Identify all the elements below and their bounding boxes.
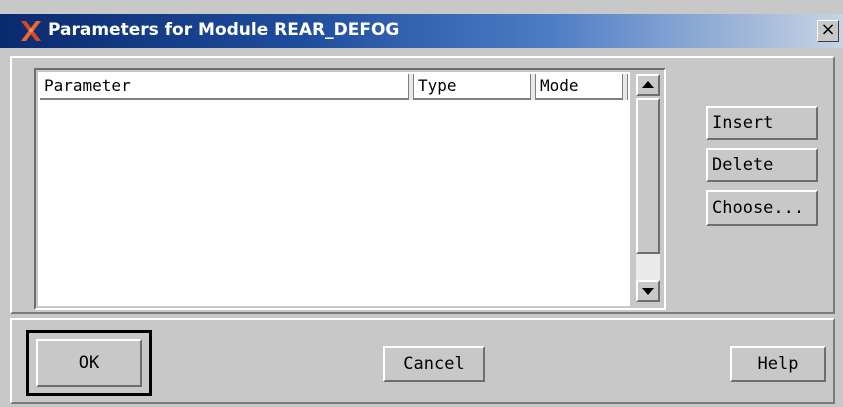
- column-header-mode[interactable]: Mode: [536, 74, 622, 100]
- ok-button[interactable]: OK: [36, 339, 142, 387]
- vertical-scrollbar[interactable]: [634, 72, 662, 306]
- scroll-thumb[interactable]: [636, 98, 660, 254]
- column-header-parameter[interactable]: Parameter: [40, 74, 408, 100]
- parameters-dialog: Parameters for Module REAR_DEFOG × Param…: [0, 0, 843, 407]
- parameters-list[interactable]: Parameter Type Mode: [34, 68, 666, 310]
- x-icon: [21, 21, 41, 41]
- insert-button[interactable]: Insert: [706, 106, 818, 140]
- scroll-down-button[interactable]: [636, 280, 660, 302]
- list-area[interactable]: Parameter Type Mode: [38, 72, 630, 306]
- delete-button[interactable]: Delete: [706, 148, 818, 182]
- close-button[interactable]: ×: [817, 20, 839, 42]
- scroll-up-button[interactable]: [636, 74, 660, 96]
- arrow-up-icon: [642, 81, 654, 88]
- choose-button[interactable]: Choose...: [706, 190, 818, 226]
- window-title: Parameters for Module REAR_DEFOG: [48, 20, 400, 40]
- close-icon: ×: [820, 19, 836, 40]
- title-bar[interactable]: Parameters for Module REAR_DEFOG ×: [0, 14, 843, 48]
- scroll-trough[interactable]: [636, 254, 660, 280]
- arrow-down-icon: [642, 288, 654, 295]
- help-button[interactable]: Help: [730, 346, 826, 382]
- cancel-button[interactable]: Cancel: [383, 346, 485, 382]
- column-header-type[interactable]: Type: [414, 74, 530, 100]
- column-resize-handle[interactable]: [622, 74, 628, 100]
